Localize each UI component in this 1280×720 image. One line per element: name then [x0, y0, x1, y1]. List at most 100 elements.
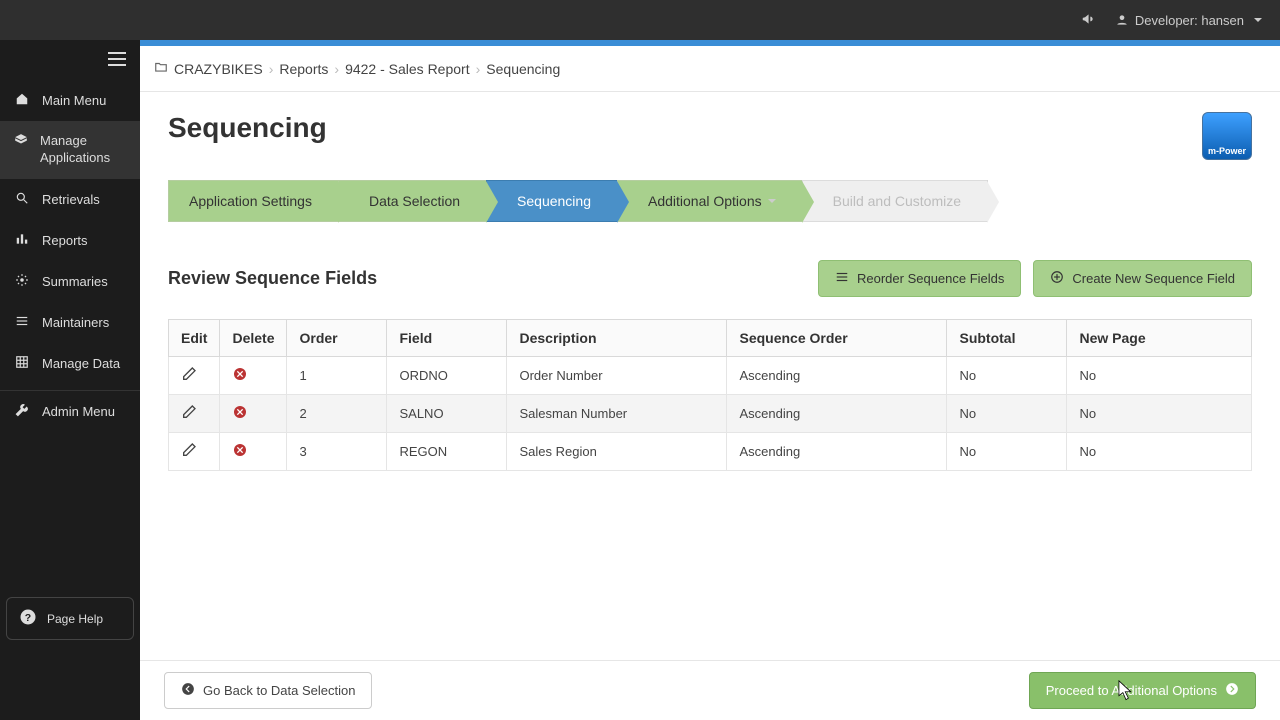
delete-icon[interactable]	[232, 370, 248, 385]
cell-subtotal: No	[947, 357, 1067, 395]
sidebar-item-label: Main Menu	[42, 93, 106, 108]
step-data-selection[interactable]: Data Selection	[338, 180, 486, 222]
cell-sequence-order: Ascending	[727, 357, 947, 395]
cell-field: ORDNO	[387, 357, 507, 395]
th-description: Description	[507, 320, 727, 357]
arrow-right-icon	[1225, 682, 1239, 699]
svg-text:?: ?	[25, 612, 31, 624]
cell-order: 2	[287, 395, 387, 433]
edit-icon[interactable]	[181, 408, 197, 423]
breadcrumb-item[interactable]: Sequencing	[486, 61, 560, 77]
chevron-down-icon	[768, 199, 776, 203]
cell-order: 3	[287, 433, 387, 471]
sidebar-item-admin-menu[interactable]: Admin Menu	[0, 390, 140, 432]
sidebar-item-label: Reports	[42, 233, 88, 248]
cell-subtotal: No	[947, 395, 1067, 433]
cell-order: 1	[287, 357, 387, 395]
page-help-label: Page Help	[47, 612, 103, 626]
chevron-right-icon: ›	[334, 61, 339, 77]
th-field: Field	[387, 320, 507, 357]
th-order: Order	[287, 320, 387, 357]
breadcrumb-item[interactable]: 9422 - Sales Report	[345, 61, 470, 77]
button-label: Create New Sequence Field	[1072, 271, 1235, 286]
sidebar-item-label: Summaries	[42, 274, 108, 289]
announcement-icon[interactable]	[1081, 12, 1095, 29]
breadcrumb-item[interactable]: Reports	[279, 61, 328, 77]
grid-icon	[14, 355, 30, 372]
cell-sequence-order: Ascending	[727, 395, 947, 433]
th-new-page: New Page	[1067, 320, 1252, 357]
chevron-right-icon: ›	[269, 61, 274, 77]
list-icon	[14, 314, 30, 331]
step-label: Data Selection	[369, 193, 460, 209]
sidebar-item-label: Manage Applications	[40, 133, 126, 167]
cell-new-page: No	[1067, 395, 1252, 433]
sidebar: Main Menu Manage Applications Retrievals…	[0, 40, 140, 720]
plus-icon	[1050, 270, 1064, 287]
create-sequence-button[interactable]: Create New Sequence Field	[1033, 260, 1252, 297]
sidebar-item-label: Maintainers	[42, 315, 109, 330]
chevron-down-icon	[1254, 18, 1262, 22]
chevron-right-icon: ›	[476, 61, 481, 77]
help-icon: ?	[19, 608, 37, 629]
footer: Go Back to Data Selection Proceed to Add…	[140, 660, 1280, 720]
cell-description: Sales Region	[507, 433, 727, 471]
cell-description: Order Number	[507, 357, 727, 395]
sidebar-item-reports[interactable]: Reports	[0, 220, 140, 261]
button-label: Reorder Sequence Fields	[857, 271, 1004, 286]
step-application-settings[interactable]: Application Settings	[168, 180, 338, 222]
breadcrumb-item[interactable]: CRAZYBIKES	[174, 61, 263, 77]
sidebar-item-summaries[interactable]: Summaries	[0, 261, 140, 302]
step-label: Sequencing	[517, 193, 591, 209]
section-title: Review Sequence Fields	[168, 268, 377, 289]
user-menu[interactable]: Developer: hansen	[1115, 13, 1262, 28]
home-icon	[14, 92, 30, 109]
delete-icon[interactable]	[232, 408, 248, 423]
sidebar-item-manage-data[interactable]: Manage Data	[0, 343, 140, 384]
step-build-customize: Build and Customize	[802, 180, 987, 222]
edit-icon[interactable]	[181, 446, 197, 461]
sidebar-item-main-menu[interactable]: Main Menu	[0, 80, 140, 121]
main: CRAZYBIKES › Reports › 9422 - Sales Repo…	[140, 40, 1280, 720]
cell-new-page: No	[1067, 357, 1252, 395]
th-delete: Delete	[220, 320, 287, 357]
sidebar-item-retrievals[interactable]: Retrievals	[0, 179, 140, 220]
step-nav: Application Settings Data Selection Sequ…	[168, 180, 988, 222]
hamburger-icon[interactable]	[108, 52, 126, 69]
step-label: Application Settings	[189, 193, 312, 209]
go-back-button[interactable]: Go Back to Data Selection	[164, 672, 372, 709]
sidebar-item-label: Admin Menu	[42, 404, 115, 419]
step-additional-options[interactable]: Additional Options	[617, 180, 802, 222]
bar-chart-icon	[14, 232, 30, 249]
table-row: 1ORDNOOrder NumberAscendingNoNo	[169, 357, 1252, 395]
sidebar-item-maintainers[interactable]: Maintainers	[0, 302, 140, 343]
cell-sequence-order: Ascending	[727, 433, 947, 471]
gear-icon	[14, 273, 30, 290]
page-help-button[interactable]: ? Page Help	[6, 597, 134, 640]
sidebar-item-label: Retrievals	[42, 192, 100, 207]
search-icon	[14, 191, 30, 208]
delete-icon[interactable]	[232, 446, 248, 461]
step-label: Additional Options	[648, 193, 762, 209]
cell-new-page: No	[1067, 433, 1252, 471]
page-title: Sequencing	[168, 112, 327, 144]
sequence-table: Edit Delete Order Field Description Sequ…	[168, 319, 1252, 471]
layers-icon	[14, 133, 28, 150]
user-icon	[1115, 13, 1129, 27]
topbar: Developer: hansen	[0, 0, 1280, 40]
sidebar-item-label: Manage Data	[42, 356, 120, 371]
sidebar-item-manage-applications[interactable]: Manage Applications	[0, 121, 140, 179]
button-label: Proceed to Additional Options	[1046, 683, 1217, 698]
button-label: Go Back to Data Selection	[203, 683, 355, 698]
reorder-sequence-button[interactable]: Reorder Sequence Fields	[818, 260, 1021, 297]
edit-icon[interactable]	[181, 370, 197, 385]
proceed-button[interactable]: Proceed to Additional Options	[1029, 672, 1256, 709]
folder-icon	[154, 60, 168, 77]
cell-field: SALNO	[387, 395, 507, 433]
table-row: 3REGONSales RegionAscendingNoNo	[169, 433, 1252, 471]
step-sequencing[interactable]: Sequencing	[486, 180, 617, 222]
table-row: 2SALNOSalesman NumberAscendingNoNo	[169, 395, 1252, 433]
cell-description: Salesman Number	[507, 395, 727, 433]
brand-logo-text: m-Power	[1208, 146, 1246, 156]
breadcrumb: CRAZYBIKES › Reports › 9422 - Sales Repo…	[140, 46, 1280, 92]
